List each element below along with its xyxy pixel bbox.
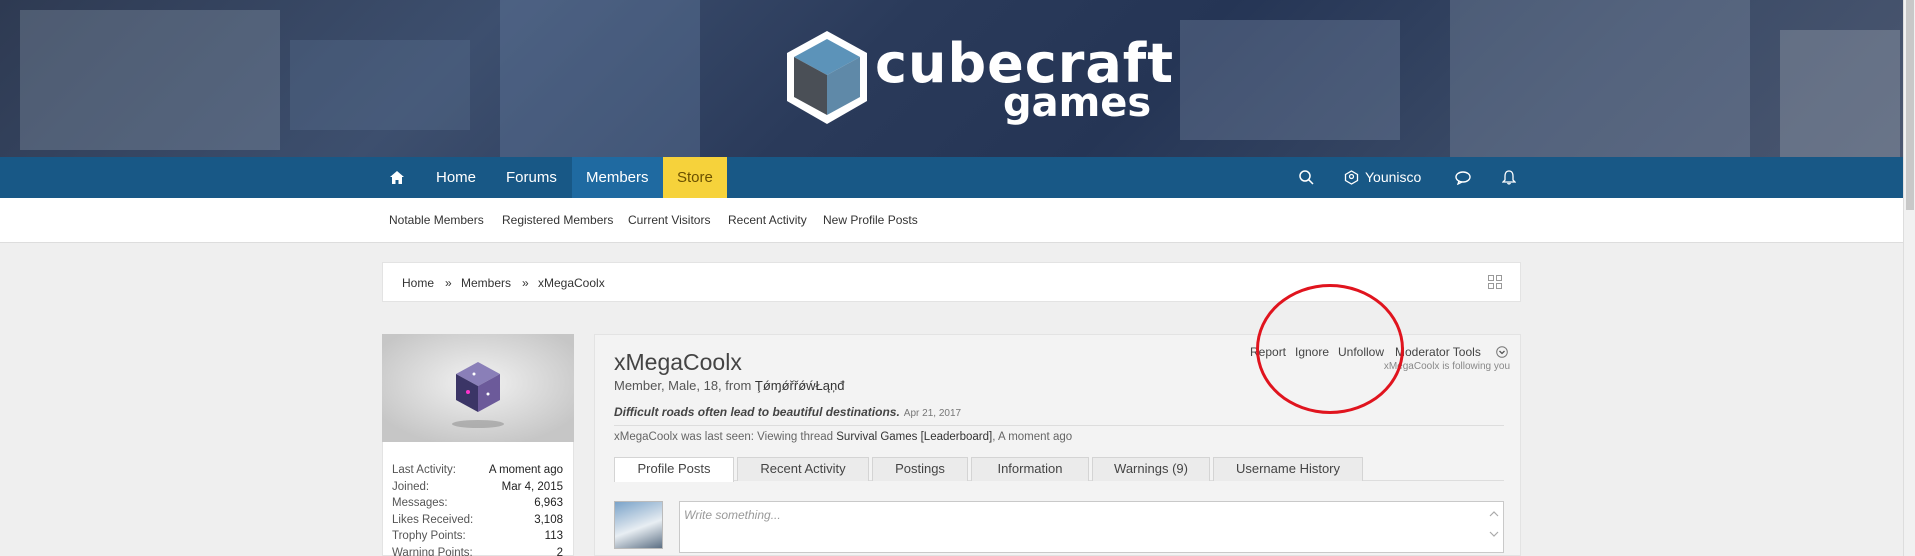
- subnav-new-profile-posts[interactable]: New Profile Posts: [823, 198, 918, 243]
- sub-navbar: Notable Members Registered Members Curre…: [0, 198, 1903, 243]
- profile-meta-text: Member, Male, 18, from: [614, 378, 752, 393]
- tab-username-history[interactable]: Username History: [1213, 457, 1363, 481]
- stat-messages: Messages: 6,963: [392, 497, 563, 509]
- tab-postings[interactable]: Postings: [872, 457, 968, 481]
- grid-icon[interactable]: [1488, 275, 1502, 294]
- profile-username: xMegaCoolx: [614, 349, 742, 375]
- nav-members[interactable]: Members: [572, 157, 663, 198]
- nav-user[interactable]: Younisco: [1351, 157, 1435, 198]
- profile-post-input[interactable]: Write something...: [679, 501, 1504, 553]
- search-icon[interactable]: [1296, 157, 1316, 198]
- chevron-down-icon[interactable]: [1496, 346, 1508, 361]
- profile-status: Difficult roads often lead to beautiful …: [614, 405, 961, 419]
- breadcrumb-separator: »: [522, 276, 529, 290]
- nav-home[interactable]: Home: [422, 157, 490, 198]
- post-input-placeholder: Write something...: [684, 508, 781, 522]
- nav-store[interactable]: Store: [663, 157, 727, 198]
- moderator-tools-link[interactable]: Moderator Tools: [1395, 345, 1481, 359]
- tab-profile-posts[interactable]: Profile Posts: [614, 457, 734, 482]
- page-scrollbar[interactable]: [1903, 0, 1915, 556]
- avatar-cube-image: [382, 334, 574, 442]
- brand-line2: games: [1003, 80, 1152, 126]
- conversations-icon[interactable]: [1453, 157, 1473, 198]
- breadcrumb-members[interactable]: Members: [461, 263, 511, 303]
- scrollbar-thumb[interactable]: [1906, 0, 1914, 210]
- subnav-notable-members[interactable]: Notable Members: [389, 198, 484, 243]
- textarea-resize-arrows[interactable]: [1489, 506, 1499, 546]
- profile-tabs: Profile Posts Recent Activity Postings I…: [614, 457, 1504, 482]
- annotation-circle: [1256, 284, 1404, 414]
- status-text: Difficult roads often lead to beautiful …: [614, 405, 900, 419]
- chevron-down-icon[interactable]: [1489, 526, 1499, 546]
- current-user-avatar[interactable]: [614, 501, 663, 549]
- stat-likes-received: Likes Received: 3,108: [392, 513, 563, 526]
- bell-icon[interactable]: [1499, 157, 1519, 198]
- chevron-up-icon[interactable]: [1489, 506, 1499, 526]
- stat-trophy-points: Trophy Points: 113: [392, 530, 563, 542]
- stat-last-activity: Last Activity: A moment ago: [392, 464, 563, 476]
- breadcrumb-current[interactable]: xMegaCoolx: [538, 263, 605, 303]
- tab-recent-activity[interactable]: Recent Activity: [737, 457, 869, 481]
- profile-stats: Last Activity: A moment ago Joined: Mar 4,…: [382, 442, 574, 556]
- profile-meta: Member, Male, 18, from ŢǿɱǿřřǿẃŁąņđ: [614, 378, 844, 393]
- header-banner: cubecraft games: [0, 0, 1903, 157]
- tab-warnings[interactable]: Warnings (9): [1092, 457, 1210, 481]
- following-you-note: xMegaCoolx is following you: [1383, 361, 1510, 372]
- breadcrumb-home[interactable]: Home: [402, 263, 434, 303]
- stat-joined: Joined: Mar 4, 2015: [392, 480, 563, 493]
- subnav-current-visitors[interactable]: Current Visitors: [628, 198, 710, 243]
- last-seen-prefix: xMegaCoolx was last seen: Viewing thread: [614, 431, 834, 443]
- breadcrumb-separator: »: [445, 276, 452, 290]
- status-date[interactable]: Apr 21, 2017: [904, 408, 961, 419]
- stat-warning-points: Warning Points: 2: [392, 546, 563, 556]
- tab-information[interactable]: Information: [971, 457, 1089, 481]
- main-navbar: Home Forums Members Store Younisco: [0, 157, 1903, 198]
- cube-logo-icon: [787, 31, 867, 124]
- last-seen-suffix: , A moment ago: [992, 431, 1073, 443]
- last-seen-thread-link[interactable]: Survival Games [Leaderboard]: [836, 431, 992, 443]
- profile-location-link[interactable]: ŢǿɱǿřřǿẃŁąņđ: [755, 378, 845, 393]
- cubecraft-logo[interactable]: cubecraft games: [783, 28, 1173, 128]
- subnav-registered-members[interactable]: Registered Members: [502, 198, 613, 243]
- home-icon[interactable]: [386, 157, 408, 198]
- subnav-recent-activity[interactable]: Recent Activity: [728, 198, 807, 243]
- divider: [614, 425, 1504, 426]
- nav-forums[interactable]: Forums: [492, 157, 571, 198]
- last-seen: xMegaCoolx was last seen: Viewing thread…: [614, 431, 1072, 443]
- profile-avatar[interactable]: [382, 334, 574, 442]
